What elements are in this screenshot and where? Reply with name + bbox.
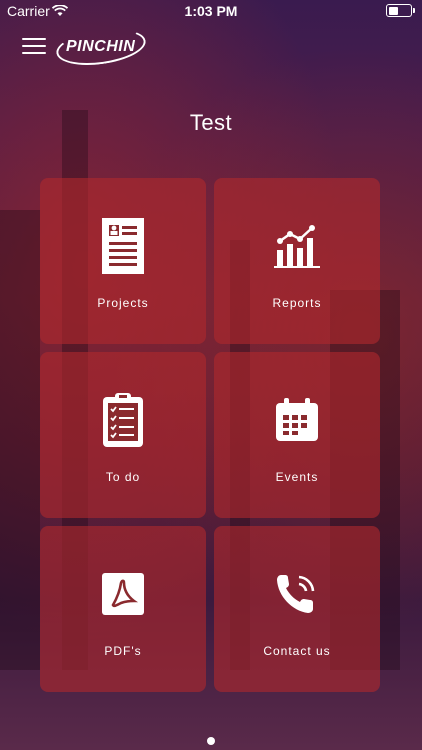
pdf-icon bbox=[40, 564, 206, 624]
tile-label: To do bbox=[105, 470, 141, 484]
battery-icon bbox=[386, 4, 415, 17]
tile-pdfs[interactable]: PDF's bbox=[40, 526, 206, 692]
clock: 1:03 PM bbox=[184, 3, 238, 19]
tile-events[interactable]: Events bbox=[214, 352, 380, 518]
tile-label: Contact us bbox=[263, 644, 331, 658]
chart-icon bbox=[214, 216, 380, 276]
pinchin-logo: PINCHIN bbox=[54, 23, 148, 71]
tile-label: PDF's bbox=[104, 644, 142, 658]
logo-text: PINCHIN bbox=[66, 38, 136, 55]
hamburger-menu-icon[interactable] bbox=[22, 38, 46, 54]
phone-icon bbox=[214, 564, 380, 624]
page-indicator-dot[interactable] bbox=[207, 737, 215, 745]
tile-todo[interactable]: To do bbox=[40, 352, 206, 518]
status-bar: Carrier 1:03 PM bbox=[0, 0, 422, 22]
calendar-icon bbox=[214, 390, 380, 450]
tile-label: Reports bbox=[272, 296, 322, 310]
tile-label: Projects bbox=[97, 296, 149, 310]
page-title: Test bbox=[189, 110, 233, 135]
tile-contact-us[interactable]: Contact us bbox=[214, 526, 380, 692]
tile-projects[interactable]: Projects bbox=[40, 178, 206, 344]
app-screen: { "status_bar": {"carrier": "Carrier", "… bbox=[0, 0, 422, 750]
tile-reports[interactable]: Reports bbox=[214, 178, 380, 344]
tile-label: Events bbox=[275, 470, 319, 484]
document-icon bbox=[40, 216, 206, 276]
clipboard-checklist-icon bbox=[40, 390, 206, 450]
